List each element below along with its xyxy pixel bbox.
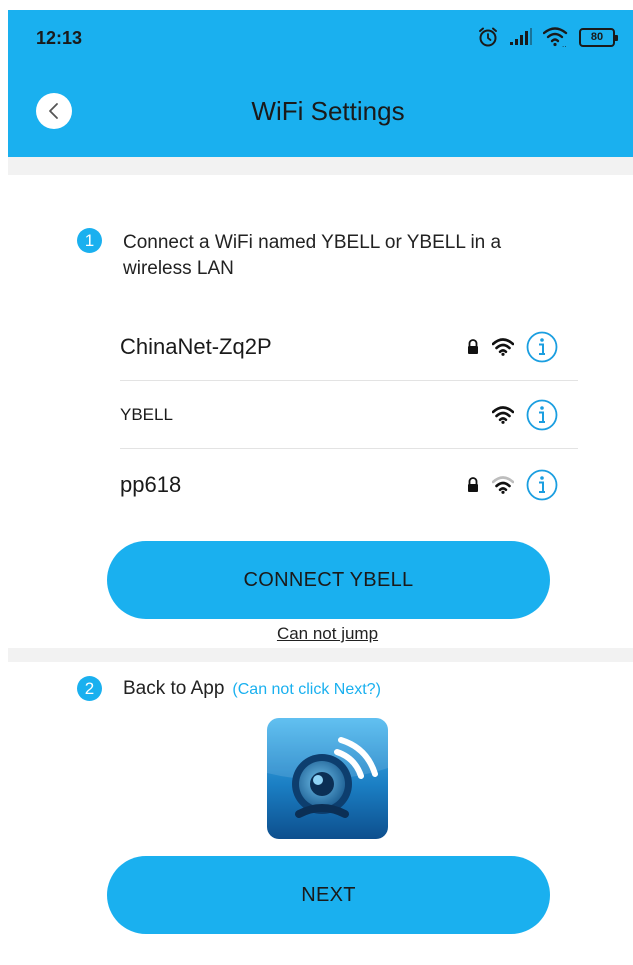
info-icon[interactable] bbox=[526, 331, 558, 363]
wifi-list-item[interactable]: YBELL bbox=[120, 381, 578, 449]
wifi-signal-icon bbox=[492, 337, 514, 356]
header-bar: 12:13 .. 80 WiFi Settings bbox=[8, 10, 633, 157]
wifi-list-item[interactable]: pp618 bbox=[120, 451, 578, 519]
cannot-click-next-link[interactable]: (Can not click Next?) bbox=[232, 681, 381, 698]
step-1-instruction: Connect a WiFi named YBELL or YBELL in a… bbox=[123, 232, 502, 279]
lock-icon bbox=[468, 338, 478, 354]
status-icons: .. 80 bbox=[477, 26, 618, 48]
app-icon bbox=[267, 718, 388, 839]
page-title: WiFi Settings bbox=[251, 96, 405, 126]
wifi-ssid: ChinaNet-Zq2P bbox=[120, 333, 272, 359]
battery-indicator: 80 bbox=[579, 27, 618, 47]
status-time: 12:13 bbox=[36, 28, 83, 48]
lock-icon bbox=[468, 477, 478, 492]
next-button[interactable]: NEXT bbox=[107, 856, 550, 934]
step-2-instruction: Back to App (Can not click Next?) bbox=[123, 678, 381, 700]
wifi-list-item[interactable]: ChinaNet-Zq2P bbox=[120, 313, 578, 381]
wifi-signal-icon bbox=[492, 405, 514, 424]
step-2-label: Back to App bbox=[123, 678, 225, 699]
wifi-ssid: YBELL bbox=[120, 404, 173, 424]
svg-text:..: .. bbox=[562, 41, 566, 47]
info-icon[interactable] bbox=[526, 399, 558, 431]
wifi-signal-icon bbox=[492, 476, 514, 494]
wifi-ssid: pp618 bbox=[120, 472, 182, 497]
cannot-jump-link[interactable]: Can not jump bbox=[0, 624, 633, 644]
section-divider bbox=[8, 648, 633, 662]
wifi-status-icon: .. bbox=[543, 27, 568, 47]
section-divider bbox=[8, 157, 633, 175]
info-icon[interactable] bbox=[526, 469, 558, 501]
step-2-badge: 2 bbox=[77, 676, 102, 701]
camera-app-icon bbox=[267, 718, 388, 839]
step-1-badge: 1 bbox=[77, 228, 102, 253]
signal-icon bbox=[510, 28, 532, 45]
connect-wifi-button[interactable]: CONNECT YBELL bbox=[107, 541, 550, 619]
battery-level: 80 bbox=[590, 31, 604, 43]
alarm-icon bbox=[479, 27, 497, 47]
